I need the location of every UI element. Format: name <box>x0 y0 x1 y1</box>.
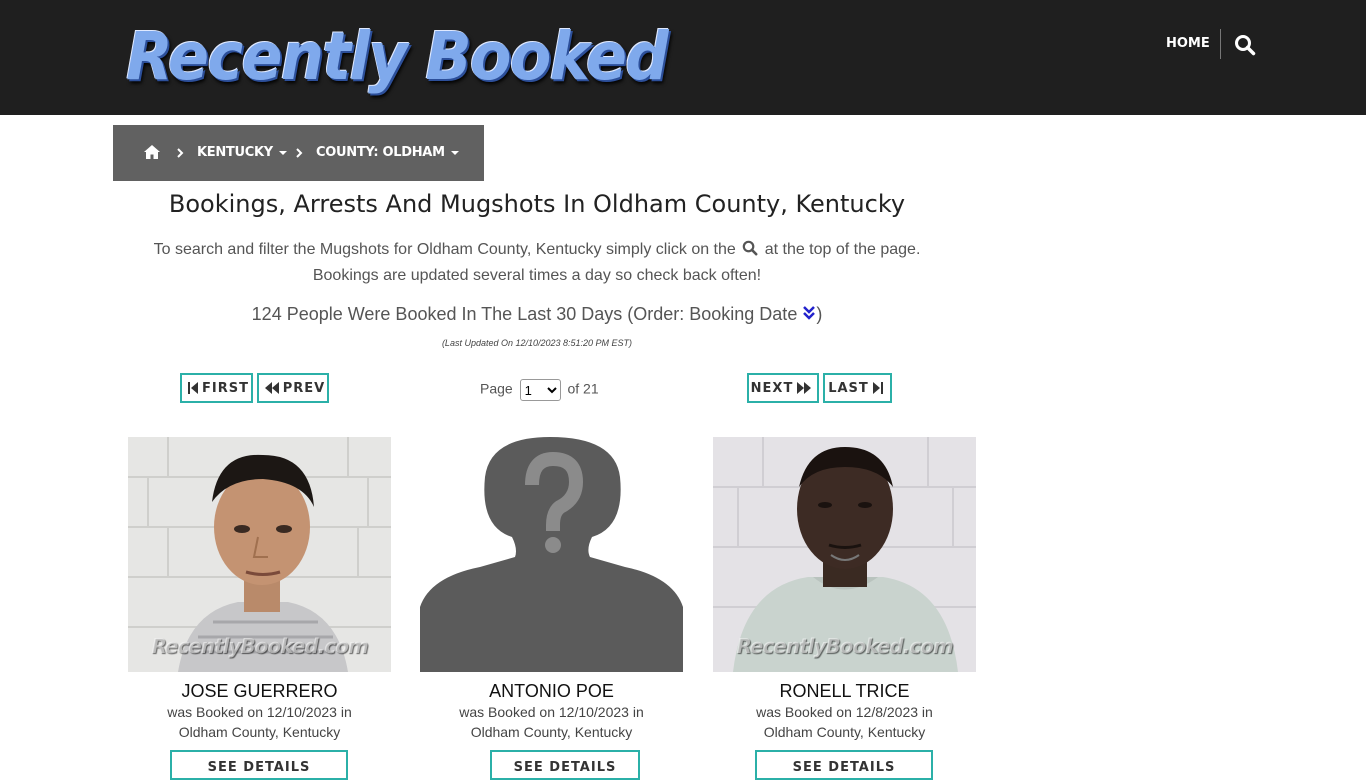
sort-descending-icon[interactable] <box>802 305 816 321</box>
last-page-label: LAST <box>828 380 869 396</box>
watermark: RecentlyBooked.com <box>151 634 368 658</box>
booking-card[interactable]: RecentlyBooked.com RONELL TRICE was Book… <box>713 437 976 780</box>
forward-icon <box>797 382 812 394</box>
see-details-button[interactable]: SEE DETAILS <box>490 750 640 780</box>
booked-line: was Booked on 12/8/2023 in <box>756 704 933 720</box>
booked-line: was Booked on 12/10/2023 in <box>459 704 644 720</box>
backward-icon <box>264 382 279 394</box>
booking-count-close: ) <box>816 304 823 324</box>
first-page-label: FIRST <box>202 380 249 396</box>
last-page-icon <box>872 382 883 394</box>
top-navbar: Recently Booked HOME <box>0 0 1366 115</box>
booking-description: was Booked on 12/8/2023 in Oldham County… <box>713 702 976 742</box>
see-details-button[interactable]: SEE DETAILS <box>755 750 933 780</box>
booked-line: was Booked on 12/10/2023 in <box>167 704 352 720</box>
search-icon[interactable] <box>1234 34 1256 56</box>
mugshot-photo[interactable] <box>420 437 683 672</box>
site-logo[interactable]: Recently Booked <box>126 18 669 95</box>
booking-card[interactable]: ANTONIO POE was Booked on 12/10/2023 in … <box>420 437 683 780</box>
mugshot-photo[interactable]: RecentlyBooked.com <box>128 437 391 672</box>
next-page-label: NEXT <box>750 380 794 396</box>
mugshot-photo[interactable]: RecentlyBooked.com <box>713 437 976 672</box>
no-photo-placeholder-icon <box>420 437 683 672</box>
search-icon <box>742 240 758 256</box>
breadcrumb-county-label: COUNTY: OLDHAM <box>316 145 445 160</box>
see-details-button[interactable]: SEE DETAILS <box>170 750 348 780</box>
chevron-right-icon <box>177 148 184 158</box>
last-updated: (Last Updated On 12/10/2023 8:51:20 PM E… <box>441 338 633 348</box>
caret-down-icon <box>450 150 459 155</box>
nav-divider <box>1220 29 1221 59</box>
nav-home-link[interactable]: HOME <box>1166 36 1210 51</box>
booking-description: was Booked on 12/10/2023 in Oldham Count… <box>420 702 683 742</box>
intro-line2: Bookings are updated several times a day… <box>312 267 762 284</box>
booking-name[interactable]: RONELL TRICE <box>713 681 976 702</box>
booking-location: Oldham County, Kentucky <box>178 724 341 740</box>
booking-count: 124 People Were Booked In The Last 30 Da… <box>113 304 961 325</box>
booking-description: was Booked on 12/10/2023 in Oldham Count… <box>128 702 391 742</box>
first-page-icon <box>188 382 199 394</box>
page-label: Page <box>480 380 513 397</box>
intro-after-icon: at the top of the page. <box>764 241 921 258</box>
booking-name[interactable]: JOSE GUERRERO <box>128 681 391 702</box>
watermark: RecentlyBooked.com <box>736 634 953 658</box>
home-icon[interactable] <box>143 144 161 160</box>
breadcrumb-county[interactable]: COUNTY: OLDHAM <box>316 145 459 160</box>
intro-text: To search and filter the Mugshots for Ol… <box>113 237 961 289</box>
booking-location: Oldham County, Kentucky <box>763 724 926 740</box>
caret-down-icon <box>278 150 287 155</box>
prev-page-label: PREV <box>282 380 326 396</box>
booking-name[interactable]: ANTONIO POE <box>420 681 683 702</box>
prev-page-button[interactable]: PREV <box>257 373 329 403</box>
booking-card[interactable]: RecentlyBooked.com JOSE GUERRERO was Boo… <box>128 437 391 780</box>
last-page-button[interactable]: LAST <box>823 373 892 403</box>
intro-before-icon: To search and filter the Mugshots for Ol… <box>153 241 736 258</box>
next-page-button[interactable]: NEXT <box>747 373 819 403</box>
booking-location: Oldham County, Kentucky <box>470 724 633 740</box>
page-title: Bookings, Arrests And Mugshots In Oldham… <box>168 190 906 218</box>
breadcrumb-state[interactable]: KENTUCKY <box>197 145 287 160</box>
first-page-button[interactable]: FIRST <box>180 373 253 403</box>
page-selector: Page 1 of 21 <box>480 379 599 401</box>
booking-count-text: 124 People Were Booked In The Last 30 Da… <box>251 304 803 324</box>
chevron-right-icon <box>296 148 303 158</box>
page-select[interactable]: 1 <box>519 379 561 401</box>
page-total: of 21 <box>567 380 599 397</box>
breadcrumb: KENTUCKY COUNTY: OLDHAM <box>113 125 484 181</box>
breadcrumb-state-label: KENTUCKY <box>197 145 273 160</box>
